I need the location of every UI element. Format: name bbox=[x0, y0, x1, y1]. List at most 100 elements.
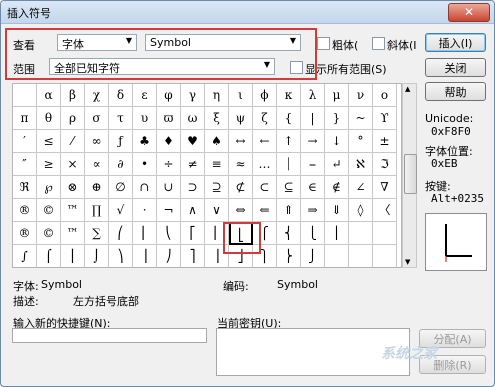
symbol-cell[interactable]: • bbox=[133, 153, 157, 176]
symbol-cell[interactable]: ~ bbox=[349, 107, 373, 130]
symbol-cell[interactable]: ♦ bbox=[157, 130, 181, 153]
close-button[interactable]: 关闭 bbox=[425, 58, 486, 77]
symbol-cell[interactable]: ≤ bbox=[37, 130, 61, 153]
symbol-cell[interactable]: ⎨ bbox=[277, 222, 301, 245]
symbol-cell[interactable] bbox=[373, 222, 397, 245]
symbol-cell[interactable]: ∩ bbox=[133, 176, 157, 199]
symbol-cell[interactable]: ψ bbox=[229, 107, 253, 130]
symbol-cell[interactable]: σ bbox=[85, 107, 109, 130]
italic-checkbox[interactable] bbox=[372, 37, 385, 50]
symbol-cell[interactable]: ∞ bbox=[85, 130, 109, 153]
symbol-cell[interactable]: ″ bbox=[13, 153, 37, 176]
symbol-cell[interactable]: ⇑ bbox=[277, 199, 301, 222]
symbol-cell[interactable]: ⎝ bbox=[157, 222, 181, 245]
symbol-cell[interactable]: ◊ bbox=[349, 199, 373, 222]
symbol-cell[interactable]: ↵ bbox=[325, 153, 349, 176]
symbol-cell[interactable]: ο bbox=[373, 84, 397, 107]
symbol-cell[interactable]: ν bbox=[349, 84, 373, 107]
symbol-cell[interactable]: ∨ bbox=[205, 199, 229, 222]
symbol-cell[interactable]: λ bbox=[301, 84, 325, 107]
symbol-cell[interactable]: ≈ bbox=[229, 153, 253, 176]
symbol-cell[interactable]: ⊕ bbox=[85, 176, 109, 199]
symbol-cell[interactable]: ⎪ bbox=[325, 222, 349, 245]
symbol-cell[interactable]: ± bbox=[373, 130, 397, 153]
symbol-cell[interactable]: √ bbox=[109, 199, 133, 222]
symbol-cell[interactable]: ° bbox=[349, 130, 373, 153]
symbol-cell[interactable]: ⌡ bbox=[85, 245, 109, 267]
symbol-cell[interactable]: α bbox=[37, 84, 61, 107]
symbol-cell[interactable]: τ bbox=[109, 107, 133, 130]
symbol-cell[interactable]: © bbox=[37, 199, 61, 222]
symbol-cell[interactable]: ∇ bbox=[373, 176, 397, 199]
symbol-cell[interactable]: ® bbox=[13, 222, 37, 245]
symbol-cell[interactable]: ℑ bbox=[373, 153, 397, 176]
close-window-button[interactable]: ✕ bbox=[448, 3, 490, 22]
symbol-cell[interactable]: δ bbox=[109, 84, 133, 107]
symbol-cell[interactable]: ™ bbox=[61, 222, 85, 245]
symbol-cell[interactable]: ⎭ bbox=[301, 245, 325, 267]
symbol-cell[interactable]: β bbox=[61, 84, 85, 107]
symbol-cell[interactable]: ⇓ bbox=[325, 199, 349, 222]
symbol-cell[interactable]: ¬ bbox=[157, 199, 181, 222]
symbol-cell[interactable]: ∏ bbox=[85, 199, 109, 222]
symbol-cell[interactable]: × bbox=[61, 153, 85, 176]
symbol-cell[interactable]: ← bbox=[253, 130, 277, 153]
symbol-cell[interactable]: ⊆ bbox=[277, 176, 301, 199]
symbol-cell[interactable]: φ bbox=[157, 84, 181, 107]
symbol-cell[interactable]: ′ bbox=[13, 130, 37, 153]
symbol-cell[interactable]: ⊄ bbox=[229, 176, 253, 199]
symbol-cell[interactable]: ∫ bbox=[13, 245, 37, 267]
symbol-cell[interactable]: ω bbox=[181, 107, 205, 130]
symbol-cell[interactable]: ⎠ bbox=[157, 245, 181, 267]
symbol-cell[interactable]: η bbox=[205, 84, 229, 107]
symbol-cell[interactable]: | bbox=[301, 107, 325, 130]
symbol-cell[interactable]: ƒ bbox=[109, 130, 133, 153]
symbol-cell[interactable]: ℘ bbox=[37, 176, 61, 199]
symbol-cell[interactable]: ξ bbox=[205, 107, 229, 130]
symbol-cell[interactable]: ∈ bbox=[301, 176, 325, 199]
symbol-cell[interactable] bbox=[325, 245, 349, 267]
scroll-up-icon[interactable]: ▲ bbox=[405, 85, 410, 93]
symbol-cell[interactable]: → bbox=[301, 130, 325, 153]
scrollbar-thumb[interactable] bbox=[404, 154, 417, 194]
symbol-cell[interactable]: ≡ bbox=[205, 153, 229, 176]
symbol-cell[interactable]: ⎞ bbox=[109, 245, 133, 267]
symbol-cell[interactable]: ® bbox=[13, 199, 37, 222]
symbol-cell[interactable]: ⇔ bbox=[229, 199, 253, 222]
symbol-cell[interactable]: ™ bbox=[61, 199, 85, 222]
symbol-cell[interactable]: ⎛ bbox=[109, 222, 133, 245]
symbol-cell[interactable] bbox=[373, 245, 397, 267]
symbol-cell[interactable]: 〈 bbox=[373, 199, 397, 222]
symbol-cell[interactable] bbox=[349, 222, 373, 245]
symbol-cell[interactable]: ⇒ bbox=[301, 199, 325, 222]
symbol-cell[interactable]: ⊇ bbox=[205, 176, 229, 199]
vertical-scrollbar[interactable]: ▲ ▼ bbox=[402, 83, 417, 268]
symbol-cell[interactable]: ⊃ bbox=[181, 176, 205, 199]
symbol-cell[interactable]: κ bbox=[277, 84, 301, 107]
symbol-cell[interactable]: ρ bbox=[61, 107, 85, 130]
symbol-cell[interactable]: ↑ bbox=[277, 130, 301, 153]
symbol-cell[interactable]: } bbox=[325, 107, 349, 130]
symbol-cell[interactable]: ⌠ bbox=[37, 245, 61, 267]
symbol-cell[interactable]: ≥ bbox=[37, 153, 61, 176]
symbol-cell[interactable]: ∪ bbox=[157, 176, 181, 199]
symbol-cell[interactable] bbox=[349, 245, 373, 267]
symbol-cell[interactable]: ϖ bbox=[157, 107, 181, 130]
insert-button[interactable]: 插入(I) bbox=[425, 33, 486, 52]
help-button[interactable]: 帮助 bbox=[425, 82, 486, 101]
symbol-cell[interactable]: θ bbox=[37, 107, 61, 130]
symbol-cell[interactable]: ∑ bbox=[85, 222, 109, 245]
symbol-cell[interactable]: μ bbox=[325, 84, 349, 107]
symbol-cell[interactable]: ↓ bbox=[325, 130, 349, 153]
symbol-cell[interactable]: υ bbox=[133, 107, 157, 130]
symbol-cell[interactable]: ⏐ bbox=[277, 153, 301, 176]
bold-checkbox[interactable] bbox=[317, 37, 330, 50]
symbol-cell[interactable]: ♠ bbox=[205, 130, 229, 153]
symbol-cell[interactable]: ⎟ bbox=[133, 245, 157, 267]
symbol-cell[interactable]: ϕ bbox=[253, 84, 277, 107]
symbol-cell[interactable]: ⎮ bbox=[61, 245, 85, 267]
symbol-grid[interactable]: α β χ δ ε φ γ η ι ϕ κ λ μ ν ο π θ ρ σ τ υ ϖ ω ξ ψ ζ{|} ~ ϒ ′ ≤ ⁄ ∞ ƒ ♣ ♦ ♥ ♠… bbox=[12, 83, 402, 268]
symbol-cell[interactable]: ∝ bbox=[85, 153, 109, 176]
symbol-cell[interactable]: ϒ bbox=[373, 107, 397, 130]
symbol-cell[interactable]: ⁄ bbox=[61, 130, 85, 153]
